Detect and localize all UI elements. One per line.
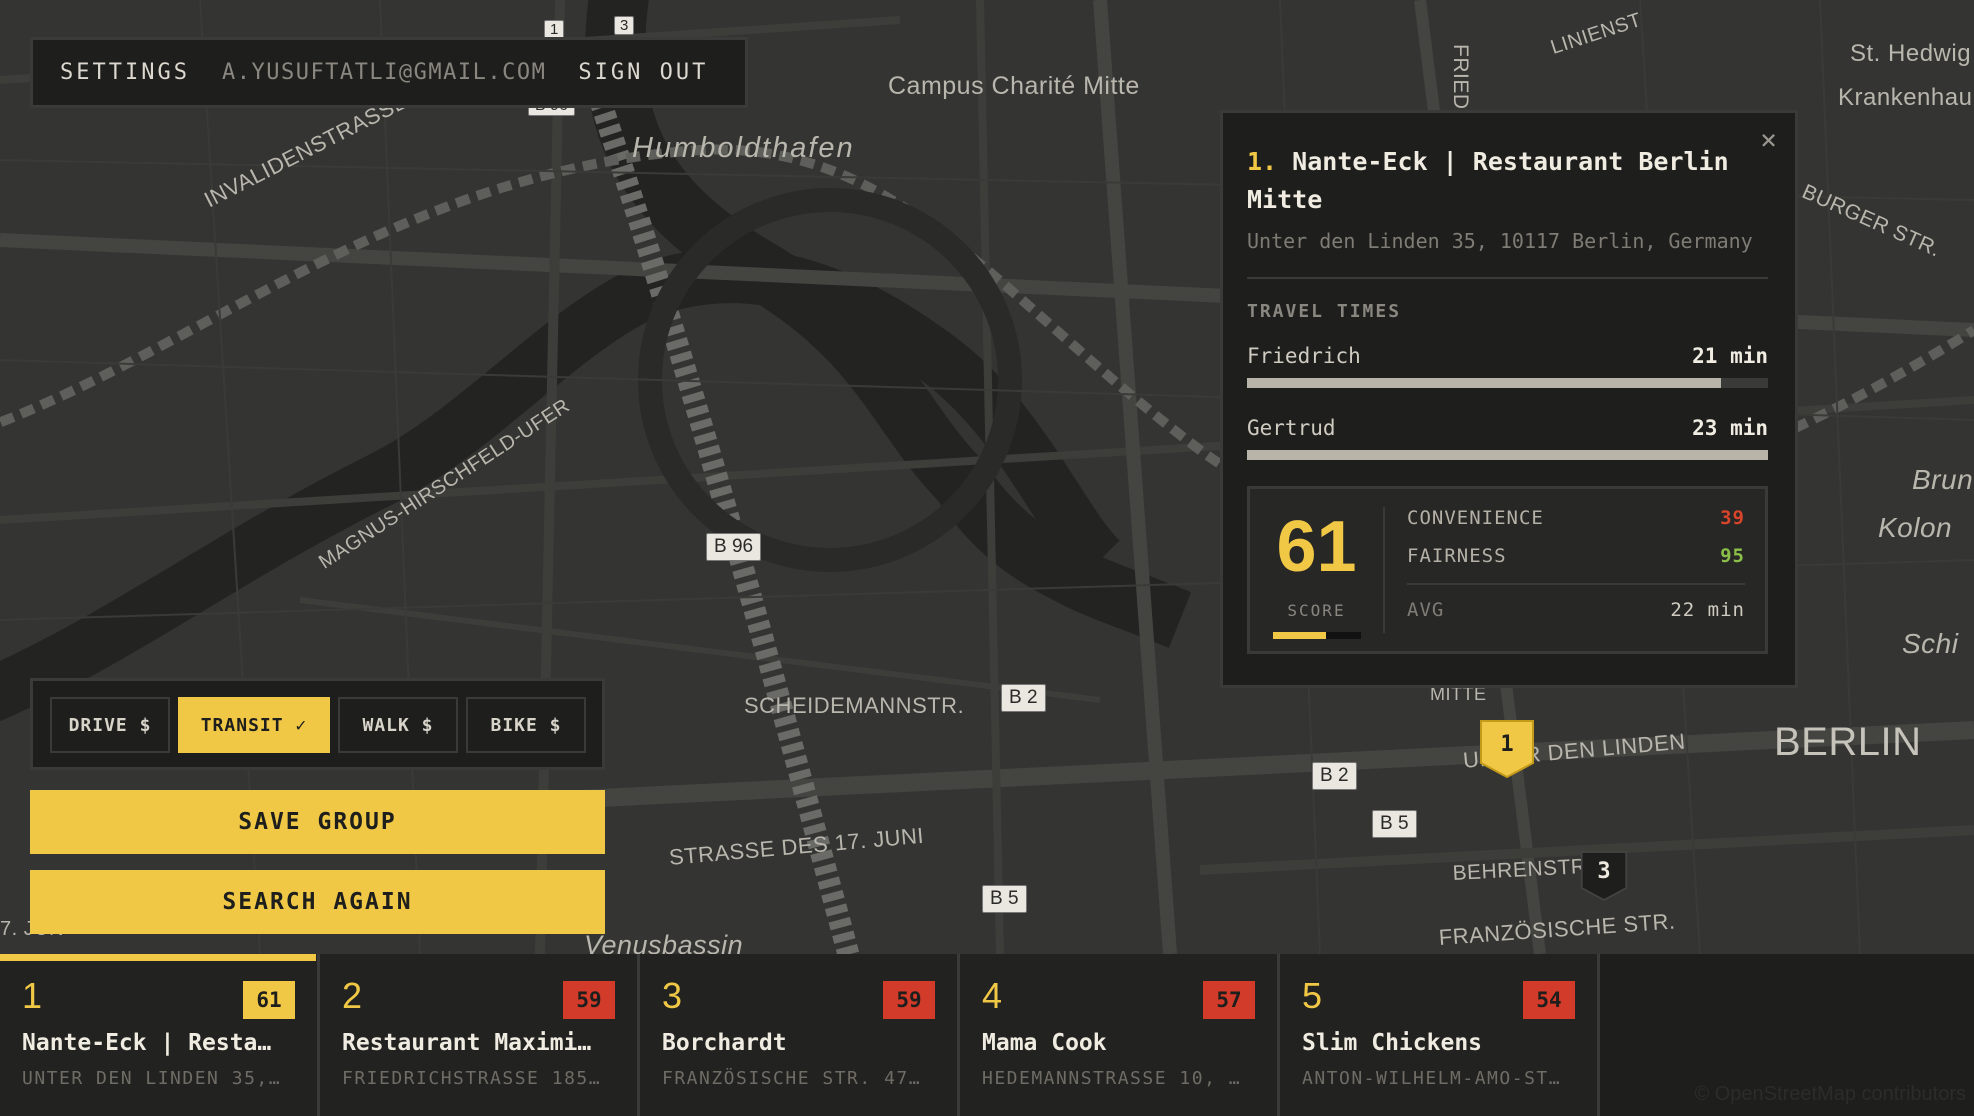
result-name: Restaurant Maximi… <box>342 1030 592 1056</box>
place-rank: 1. <box>1247 147 1278 176</box>
metric-value: 95 <box>1720 545 1745 567</box>
travel-times-heading: TRAVEL TIMES <box>1247 301 1402 322</box>
map-label-campus: Campus Charité Mitte <box>888 72 1140 100</box>
result-address: UNTER DEN LINDEN 35,… <box>22 1068 282 1089</box>
result-score-badge: 57 <box>1203 981 1255 1019</box>
score-label: SCORE <box>1287 601 1346 620</box>
map-label-krankenhaus: Krankenhau <box>1838 84 1973 111</box>
road-shield-b2-b: B 2 <box>1312 762 1357 790</box>
result-score-badge: 54 <box>1523 981 1575 1019</box>
map-label-venus: Venusbassin <box>584 930 744 954</box>
mode-bike-button[interactable]: BIKE $ <box>466 697 586 753</box>
metric-label: CONVENIENCE <box>1407 507 1544 529</box>
close-icon[interactable]: × <box>1760 123 1777 156</box>
result-score-badge: 61 <box>243 981 295 1019</box>
search-again-button[interactable]: SEARCH AGAIN <box>30 870 605 934</box>
mode-drive-button[interactable]: DRIVE $ <box>50 697 170 753</box>
result-score-badge: 59 <box>563 981 615 1019</box>
traveler-name: Gertrud <box>1247 416 1336 440</box>
result-address: FRIEDRICHSTRASSE 185… <box>342 1068 602 1089</box>
results-list: 1 61 Nante-Eck | Resta… UNTER DEN LINDEN… <box>0 954 1974 1116</box>
place-title: 1. Nante-Eck | Restaurant Berlin Mitte <box>1247 143 1737 219</box>
score-summary: 61 SCORE <box>1250 507 1385 639</box>
account-bar: SETTINGS A.YUSUFTATLI@GMAIL.COM SIGN OUT <box>30 37 748 108</box>
result-card[interactable]: 5 54 Slim Chickens ANTON-WILHELM-AMO-ST… <box>1280 954 1600 1116</box>
map-label-schi: Schi <box>1902 628 1959 659</box>
divider <box>1247 277 1768 279</box>
score-value: 61 <box>1276 507 1357 587</box>
place-detail-popup: × 1. Nante-Eck | Restaurant Berlin Mitte… <box>1220 110 1798 688</box>
score-box: 61 SCORE CONVENIENCE 39 FAIRNESS 95 AVG … <box>1247 486 1768 654</box>
road-shield-b2-a: B 2 <box>1001 684 1046 712</box>
map-pin-selected[interactable]: 1 <box>1479 719 1535 779</box>
result-card[interactable]: 1 61 Nante-Eck | Resta… UNTER DEN LINDEN… <box>0 954 320 1116</box>
map-attribution[interactable]: © OpenStreetMap contributors <box>1694 1083 1966 1106</box>
map-pin-label: 1 <box>1500 731 1514 757</box>
result-name: Borchardt <box>662 1030 787 1056</box>
travel-time-bar-fill <box>1247 378 1722 388</box>
result-address: ANTON-WILHELM-AMO-ST… <box>1302 1068 1562 1089</box>
result-card[interactable]: 2 59 Restaurant Maximi… FRIEDRICHSTRASSE… <box>320 954 640 1116</box>
result-name: Mama Cook <box>982 1030 1107 1056</box>
result-card[interactable]: 3 59 Borchardt FRANZÖSISCHE STR. 47… <box>640 954 960 1116</box>
map-pin-label: 3 <box>1597 858 1611 884</box>
divider <box>1407 583 1745 585</box>
score-metrics: CONVENIENCE 39 FAIRNESS 95 AVG 22 min <box>1385 489 1765 651</box>
result-name: Slim Chickens <box>1302 1030 1483 1056</box>
road-shield-b5-b: B 5 <box>982 885 1027 913</box>
result-address: FRANZÖSISCHE STR. 47… <box>662 1068 922 1089</box>
map-label-humboldthafen: Humboldthafen <box>632 132 855 164</box>
road-shield-top-3: 3 <box>614 16 635 35</box>
result-address: HEDEMANNSTRASSE 10, … <box>982 1068 1242 1089</box>
road-shield-b96: B 96 <box>706 533 762 561</box>
travel-time-bar-fill <box>1247 450 1768 460</box>
map-label-berlin: BERLIN <box>1774 720 1922 764</box>
save-group-button[interactable]: SAVE GROUP <box>30 790 605 854</box>
metric-label: FAIRNESS <box>1407 545 1507 567</box>
map-label-hedwig: St. Hedwig <box>1850 40 1972 67</box>
metric-avg: AVG 22 min <box>1407 599 1745 621</box>
travel-time: 21 min <box>1692 344 1768 368</box>
place-address: Unter den Linden 35, 10117 Berlin, Germa… <box>1247 229 1753 253</box>
traveler-name: Friedrich <box>1247 344 1361 368</box>
result-score-badge: 59 <box>883 981 935 1019</box>
result-card[interactable]: 4 57 Mama Cook HEDEMANNSTRASSE 10, … <box>960 954 1280 1116</box>
metric-value: 22 min <box>1670 599 1745 621</box>
metric-value: 39 <box>1720 507 1745 529</box>
map-label-kolon: Kolon <box>1878 512 1953 543</box>
score-bar-fill <box>1272 632 1327 639</box>
metric-convenience: CONVENIENCE 39 <box>1407 507 1745 529</box>
travel-time-bar <box>1247 450 1768 460</box>
road-shield-b5-a: B 5 <box>1372 810 1417 838</box>
place-name: Nante-Eck | Restaurant Berlin Mitte <box>1247 147 1729 214</box>
travel-time-bar <box>1247 378 1768 388</box>
sign-out-link[interactable]: SIGN OUT <box>578 60 708 85</box>
map-label-scheidemann: SCHEIDEMANNSTR. <box>744 693 965 718</box>
map-pin-3[interactable]: 3 <box>1580 846 1628 906</box>
travel-time: 23 min <box>1692 416 1768 440</box>
metric-fairness: FAIRNESS 95 <box>1407 545 1745 567</box>
mode-transit-button[interactable]: TRANSIT ✓ <box>178 697 330 753</box>
user-email: A.YUSUFTATLI@GMAIL.COM <box>221 60 547 85</box>
map-label-fried: FRIED <box>1449 44 1472 110</box>
score-bar <box>1272 632 1361 639</box>
travel-time-row: Friedrich 21 min <box>1247 344 1768 368</box>
travel-time-row: Gertrud 23 min <box>1247 416 1768 440</box>
result-name: Nante-Eck | Resta… <box>22 1030 272 1056</box>
metric-label: AVG <box>1407 599 1445 621</box>
mode-walk-button[interactable]: WALK $ <box>338 697 458 753</box>
settings-link[interactable]: SETTINGS <box>60 60 190 85</box>
map-label-brun: Brun <box>1912 464 1974 495</box>
travel-mode-panel: DRIVE $ TRANSIT ✓ WALK $ BIKE $ <box>30 678 605 770</box>
